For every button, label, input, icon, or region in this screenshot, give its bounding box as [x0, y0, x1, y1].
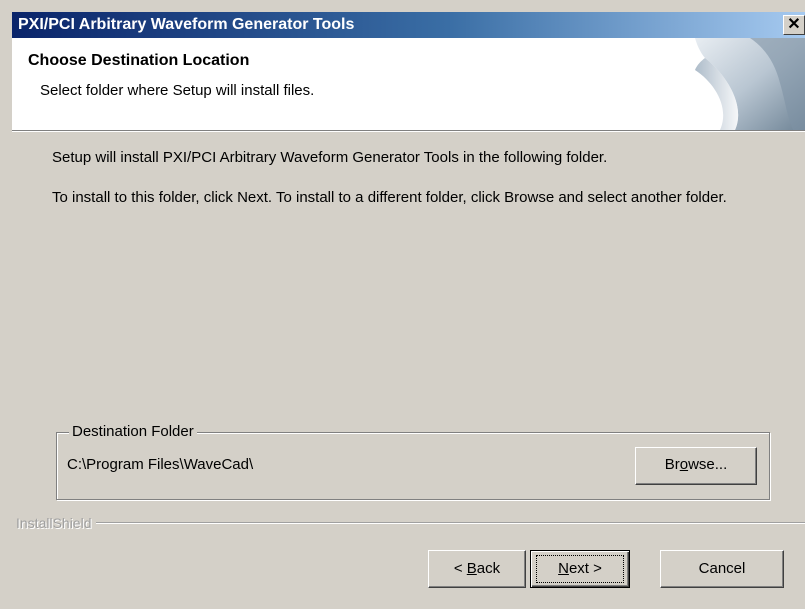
- destination-folder-group: Destination Folder C:\Program Files\Wave…: [56, 422, 770, 500]
- next-button-label: Next >: [558, 560, 602, 577]
- cancel-button[interactable]: Cancel: [660, 550, 784, 588]
- installshield-curl-graphic-icon: [675, 38, 805, 130]
- installshield-divider-highlight: [16, 523, 805, 524]
- back-text-mnemonic: B: [466, 560, 477, 577]
- back-button[interactable]: < Back: [428, 550, 526, 588]
- cancel-button-label: Cancel: [698, 560, 746, 577]
- installshield-brand: InstallShield: [16, 514, 96, 532]
- browse-button[interactable]: Browse...: [635, 447, 757, 485]
- header-panel: Choose Destination Location Select folde…: [12, 38, 805, 130]
- back-text-a: <: [453, 560, 467, 577]
- browse-text-a: Br: [664, 456, 680, 473]
- next-text-mnemonic: N: [558, 560, 569, 577]
- browse-text-b: wse...: [688, 456, 728, 473]
- browse-button-label: Browse...: [665, 456, 728, 473]
- page-subtitle: Select folder where Setup will install f…: [40, 82, 315, 99]
- browse-text-mnemonic: o: [679, 456, 689, 473]
- setup-dialog: PXI/PCI Arbitrary Waveform Generator Too…: [0, 0, 805, 609]
- title-bar[interactable]: PXI/PCI Arbitrary Waveform Generator Too…: [12, 12, 805, 38]
- back-button-label: < Back: [454, 560, 500, 577]
- next-text-b: ext >: [568, 560, 602, 577]
- destination-folder-label: Destination Folder: [69, 422, 197, 442]
- close-button[interactable]: ✕: [783, 15, 805, 35]
- install-location-text: Setup will install PXI/PCI Arbitrary Wav…: [52, 149, 608, 166]
- header-divider-highlight: [12, 131, 805, 132]
- next-button[interactable]: Next >: [530, 550, 630, 588]
- destination-path: C:\Program Files\WaveCad\: [67, 456, 254, 473]
- back-text-b: ack: [476, 560, 501, 577]
- window-title: PXI/PCI Arbitrary Waveform Generator Too…: [18, 16, 355, 33]
- instructions-text: To install to this folder, click Next. T…: [52, 189, 727, 206]
- page-title: Choose Destination Location: [28, 52, 250, 69]
- close-icon: ✕: [787, 16, 801, 33]
